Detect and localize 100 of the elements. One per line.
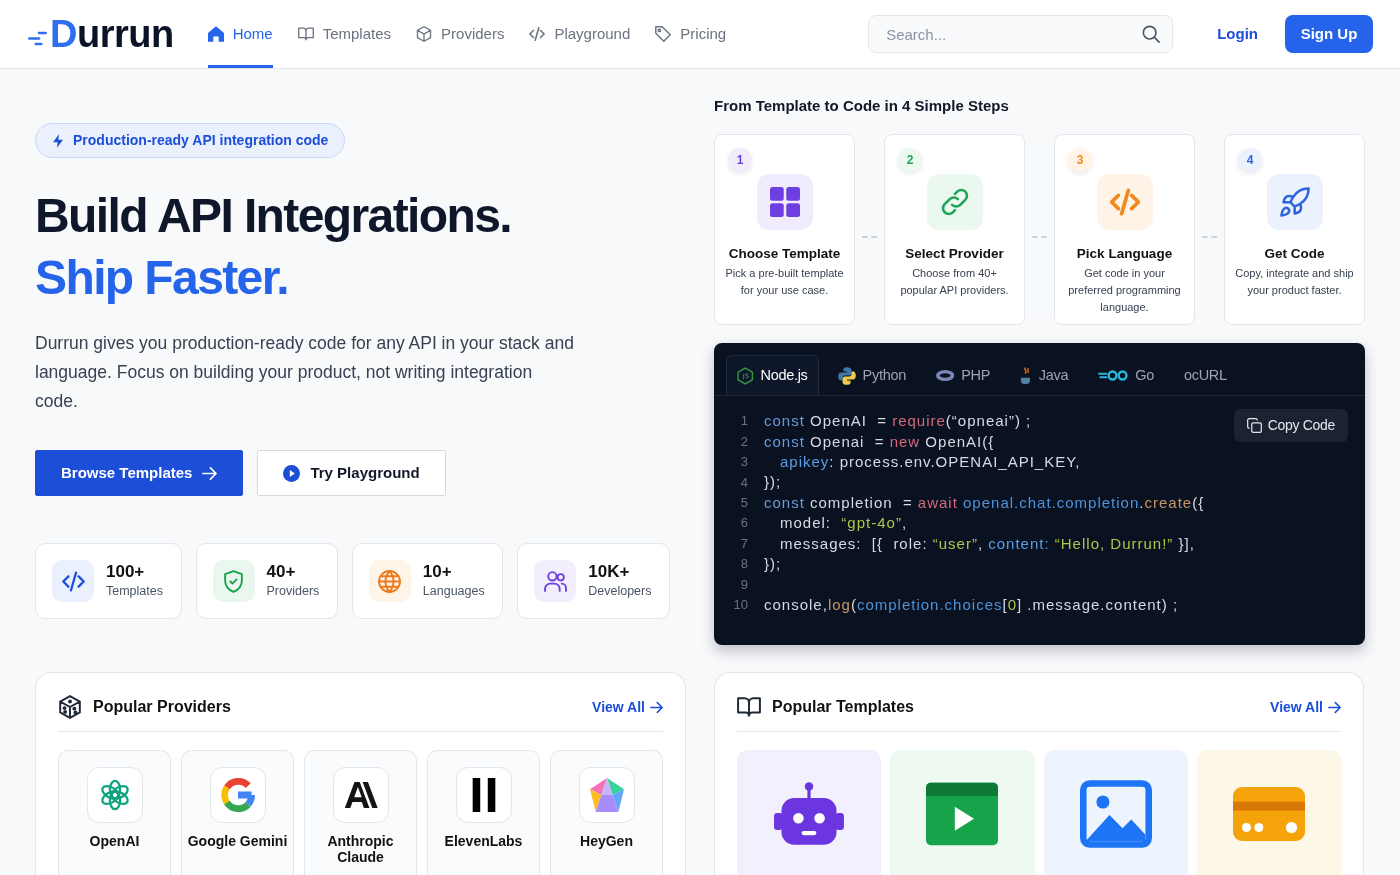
step-number: 2 — [898, 148, 922, 172]
speed-lines-icon — [28, 30, 48, 46]
step-title: Pick Language — [1075, 245, 1174, 262]
search-icon — [1142, 25, 1161, 43]
provider-card[interactable]: OpenAI — [58, 750, 171, 875]
nav-link[interactable]: Home — [207, 0, 273, 68]
line-number: 10 — [732, 595, 748, 614]
stat-label: Languages — [422, 583, 485, 600]
provider-name: ElevenLabs — [443, 833, 524, 849]
search-field[interactable]: Search... — [868, 15, 1174, 53]
line-number: 9 — [739, 575, 748, 594]
line-number: 3 — [739, 453, 748, 472]
line-number: 1 — [739, 412, 748, 431]
line-number: 5 — [739, 494, 748, 512]
code-line: }); — [764, 553, 782, 574]
provider-name: Anthropic Claude — [326, 833, 395, 865]
home-icon — [207, 26, 224, 42]
step-title: Choose Template — [727, 245, 842, 262]
nav-link[interactable]: Playground — [529, 0, 631, 68]
stat-value: 10K+ — [588, 562, 631, 582]
book-icon — [297, 26, 314, 42]
stat-value: 10+ — [422, 562, 453, 582]
play-circle-icon — [283, 464, 301, 482]
playground-button[interactable]: Try Playground — [257, 450, 446, 496]
code-line: model: “gpt-4o”, — [780, 513, 908, 534]
code-line: const OpenAI = require(“opneai”) ; — [764, 411, 1032, 432]
a-slash-logo-icon — [332, 767, 389, 823]
code-icon — [52, 560, 94, 602]
line-number: 6 — [739, 514, 748, 533]
line-number: 7 — [739, 534, 748, 553]
step-description: Pick a pre-built template for your use case. — [725, 266, 844, 298]
browse-button[interactable]: Browse Templates — [35, 450, 244, 496]
bars-logo-icon — [455, 767, 512, 823]
users-icon — [534, 560, 577, 602]
dashed-connector — [862, 235, 877, 238]
code-line: messages: [{ role: “user”, content: “Hello, Durrun!” }], — [780, 533, 1195, 554]
provider-card[interactable]: Anthropic Claude — [304, 750, 417, 875]
stat-label: Templates — [106, 583, 163, 600]
line-number: 4 — [739, 473, 748, 492]
stat-label: Providers — [266, 583, 320, 600]
dice-icon — [58, 695, 82, 719]
provider-card[interactable]: HeyGen — [550, 750, 663, 875]
shield-check-icon — [212, 560, 255, 602]
code-line: apikey: process.env.OPENAI_API_KEY, — [780, 451, 1081, 472]
step-number: 1 — [728, 148, 752, 172]
arrow-right-icon — [1328, 700, 1341, 714]
language-tab[interactable]: Node.js — [726, 355, 819, 395]
step-number: 3 — [1068, 148, 1092, 172]
hero-heading: Build API Integrations. — [35, 188, 513, 244]
code-line: const Openai = new OpenAI({ — [764, 431, 995, 452]
step-description: Get code in your preferred programming language. — [1067, 266, 1182, 315]
cup-icon — [1020, 366, 1032, 385]
panel-title: Popular Templates — [772, 697, 914, 717]
code-icon — [1096, 174, 1153, 230]
template-card[interactable] — [890, 750, 1035, 875]
language-tab[interactable]: Go — [1087, 355, 1165, 395]
sign-up-button[interactable]: Sign Up — [1285, 15, 1373, 53]
view-all-link[interactable]: View All — [1270, 696, 1341, 718]
template-card[interactable] — [1043, 750, 1188, 875]
arrow-right-icon — [202, 465, 218, 481]
step-description: Choose from 40+ popular API providers. — [899, 266, 1010, 298]
line-number: 8 — [739, 555, 748, 574]
arrow-right-icon — [650, 700, 663, 714]
copy-icon — [1246, 418, 1262, 433]
step-number: 4 — [1238, 148, 1262, 172]
lightning-icon — [53, 133, 63, 148]
nav-link[interactable]: Templates — [297, 0, 392, 68]
dashed-connector — [1202, 235, 1217, 238]
open-book-icon — [737, 695, 761, 719]
panel-title: Popular Providers — [93, 697, 231, 717]
login-link[interactable]: Login — [1217, 22, 1258, 46]
link-icon — [926, 174, 983, 230]
globe-icon — [368, 560, 411, 602]
nav-link[interactable]: Providers — [416, 0, 505, 68]
multicolor-g-icon — [209, 767, 266, 823]
copy-code-button[interactable]: Copy Code — [1233, 409, 1348, 442]
provider-card[interactable]: ElevenLabs — [427, 750, 540, 875]
brand-logo[interactable]: Durrun — [50, 15, 174, 53]
language-tab[interactable]: Python — [826, 355, 917, 395]
stat-value: 40+ — [266, 562, 297, 582]
code-line: const completion = await openal.chat.completion.create({ — [764, 492, 1205, 513]
template-card[interactable] — [737, 750, 882, 875]
dashed-connector — [1032, 235, 1047, 238]
step-title: Select Provider — [904, 245, 1005, 262]
provider-name: OpenAI — [88, 833, 141, 849]
stat-value: 100+ — [106, 562, 146, 582]
language-tab[interactable]: PHP — [924, 355, 1002, 395]
hero-heading-accent: Ship Faster. — [35, 250, 289, 306]
template-card[interactable] — [1196, 750, 1341, 875]
feature-badge: Production-ready API integration code — [35, 123, 346, 158]
language-tab[interactable]: ocURL — [1173, 355, 1238, 395]
hero-description: Durrun gives you production-ready code for any API in your stack and language. Focus on building your product, not writing integration code. — [35, 332, 575, 413]
view-all-link[interactable]: View All — [592, 696, 663, 718]
provider-card[interactable]: Google Gemini — [181, 750, 294, 875]
image-icon — [1079, 778, 1152, 850]
language-tab[interactable]: Java — [1009, 355, 1080, 395]
nav-link[interactable]: Pricing — [655, 0, 727, 68]
steps-heading: From Template to Code in 4 Simple Steps — [714, 97, 1010, 115]
rocket-icon — [1266, 174, 1323, 230]
code-icon — [529, 26, 546, 42]
